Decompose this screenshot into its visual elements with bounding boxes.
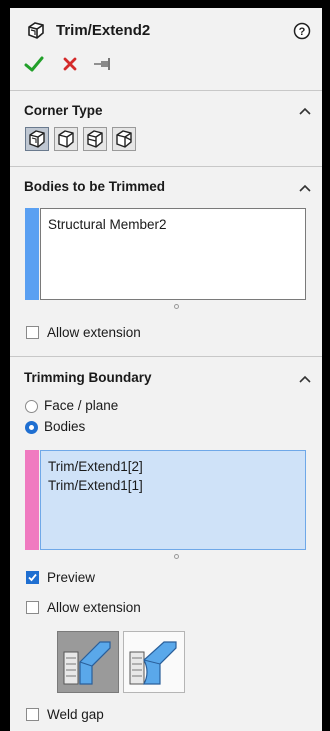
collapse-bodies-to-be-trimmed-icon[interactable] (298, 183, 312, 193)
svg-text:?: ? (299, 26, 306, 38)
checkmark-icon (24, 56, 44, 72)
preview-checkbox[interactable] (26, 571, 39, 584)
end-butt1-icon (87, 130, 103, 148)
trimming-boundary-list[interactable]: Trim/Extend1[2] Trim/Extend1[1] (40, 450, 306, 550)
coped-cut-icon (129, 641, 177, 685)
list-item[interactable]: Trim/Extend1[2] (48, 459, 143, 474)
simple-cut-icon (63, 641, 111, 685)
weld-gap-label: Weld gap (47, 707, 104, 722)
boundary-allow-extension-label: Allow extension (47, 600, 141, 615)
end-trim-icon (29, 130, 45, 148)
bodies-to-be-trimmed-title: Bodies to be Trimmed (24, 179, 166, 194)
close-icon (63, 57, 77, 71)
face-plane-label: Face / plane (44, 398, 119, 413)
end-butt2-icon (116, 130, 132, 148)
checkmark-icon (28, 573, 37, 582)
coped-cut-button[interactable] (123, 631, 185, 693)
preview-label: Preview (47, 570, 96, 585)
face-plane-radio[interactable] (25, 400, 38, 413)
pushpin-icon (94, 58, 110, 70)
panel-title: Trim/Extend2 (56, 22, 151, 39)
trimming-boundary-title: Trimming Boundary (24, 370, 152, 385)
bodies-radio[interactable] (25, 421, 38, 434)
list-item[interactable]: Structural Member2 (48, 217, 167, 232)
cancel-button[interactable] (62, 56, 78, 72)
corner-end-trim-button[interactable] (25, 127, 49, 151)
bodies-allow-extension-label: Allow extension (47, 325, 141, 340)
weld-gap-checkbox[interactable] (26, 708, 39, 721)
ok-button[interactable] (24, 55, 44, 73)
resize-handle[interactable] (174, 304, 179, 309)
corner-end-miter-button[interactable] (54, 127, 78, 151)
boundary-selection-color-bar (25, 450, 39, 550)
trim-extend-feature-icon (25, 21, 47, 41)
corner-end-butt1-button[interactable] (83, 127, 107, 151)
end-miter-icon (58, 130, 74, 148)
list-item[interactable]: Trim/Extend1[1] (48, 478, 143, 493)
pin-button[interactable] (93, 57, 113, 71)
boundary-allow-extension-checkbox[interactable] (26, 601, 39, 614)
resize-handle[interactable] (174, 554, 179, 559)
bodies-selection-color-bar (25, 208, 39, 300)
help-icon[interactable]: ? (293, 22, 311, 40)
trim-extend-property-manager: Trim/Extend2 ? Corner Type Bodies to be … (10, 8, 322, 731)
collapse-corner-type-icon[interactable] (298, 106, 312, 116)
collapse-trimming-boundary-icon[interactable] (298, 374, 312, 384)
corner-end-butt2-button[interactable] (112, 127, 136, 151)
simple-cut-button[interactable] (57, 631, 119, 693)
bodies-to-be-trimmed-list[interactable]: Structural Member2 (40, 208, 306, 300)
bodies-label: Bodies (44, 419, 86, 434)
bodies-allow-extension-checkbox[interactable] (26, 326, 39, 339)
corner-type-title: Corner Type (24, 103, 103, 118)
